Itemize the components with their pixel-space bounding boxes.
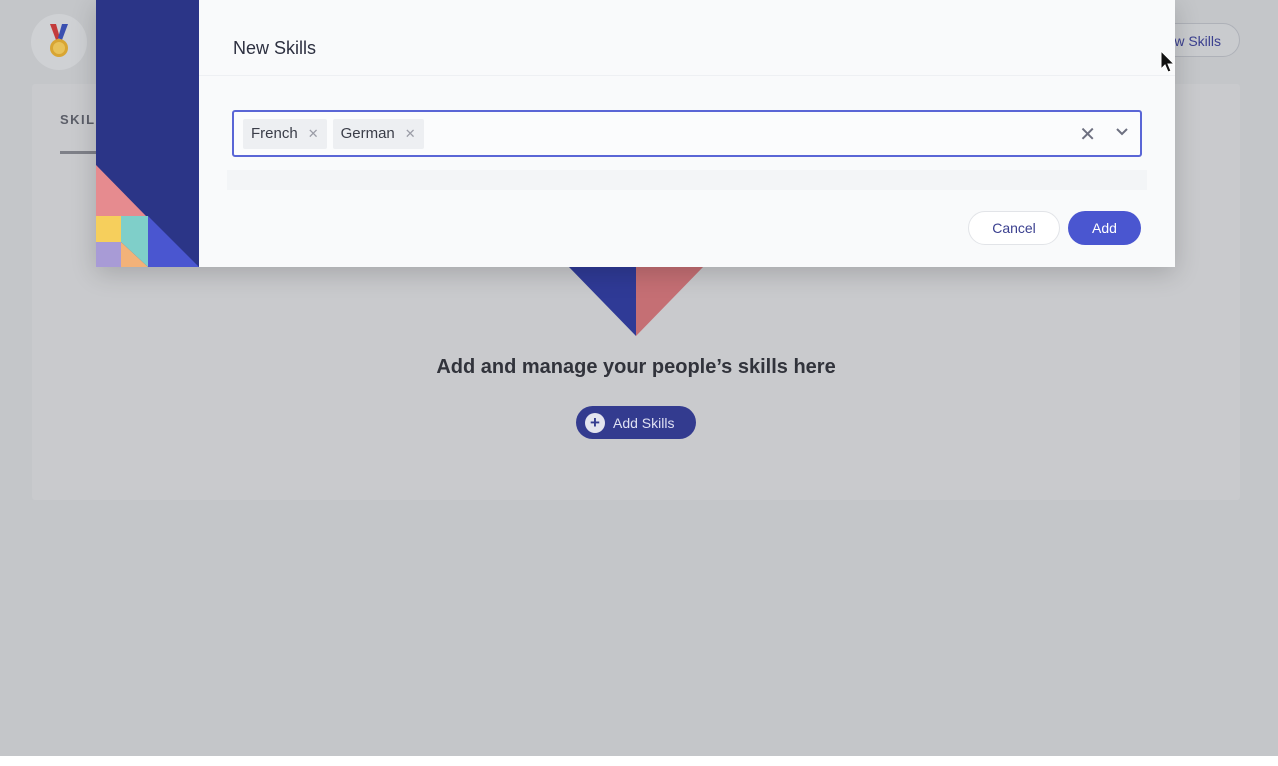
modal-side-art	[96, 0, 199, 267]
new-skills-modal: New Skills French ✕ German ✕ ✕ Cancel Ad…	[96, 0, 1175, 267]
medal-icon	[50, 24, 68, 57]
chevron-down-icon[interactable]	[1114, 124, 1130, 145]
dropdown-placeholder	[227, 170, 1147, 190]
modal-body: New Skills French ✕ German ✕ ✕ Cancel Ad…	[199, 0, 1175, 267]
skill-chip-german: German ✕	[332, 118, 424, 149]
chip-label: French	[251, 125, 298, 142]
cancel-button[interactable]: Cancel	[968, 211, 1060, 245]
clear-all-icon[interactable]: ✕	[1079, 122, 1096, 147]
skill-chip-french: French ✕	[243, 118, 327, 149]
add-skills-label: Add Skills	[613, 414, 675, 431]
chip-label: German	[340, 125, 395, 142]
close-icon[interactable]: ✕	[308, 126, 319, 142]
add-button[interactable]: Add	[1068, 211, 1141, 245]
skills-multiselect[interactable]: French ✕ German ✕ ✕	[232, 110, 1142, 157]
empty-state-illustration	[568, 266, 704, 336]
modal-header-divider	[199, 75, 1175, 76]
page-footer-strip	[0, 756, 1278, 766]
add-skills-button[interactable]: + Add Skills	[576, 406, 696, 439]
geometric-art-icon	[96, 0, 199, 267]
empty-state-title: Add and manage your people’s skills here	[436, 356, 836, 378]
mouse-cursor-icon	[1160, 50, 1176, 73]
close-icon[interactable]: ✕	[405, 126, 416, 142]
app-logo[interactable]	[31, 14, 87, 70]
modal-title: New Skills	[233, 38, 317, 58]
plus-circle-icon: +	[585, 412, 605, 433]
